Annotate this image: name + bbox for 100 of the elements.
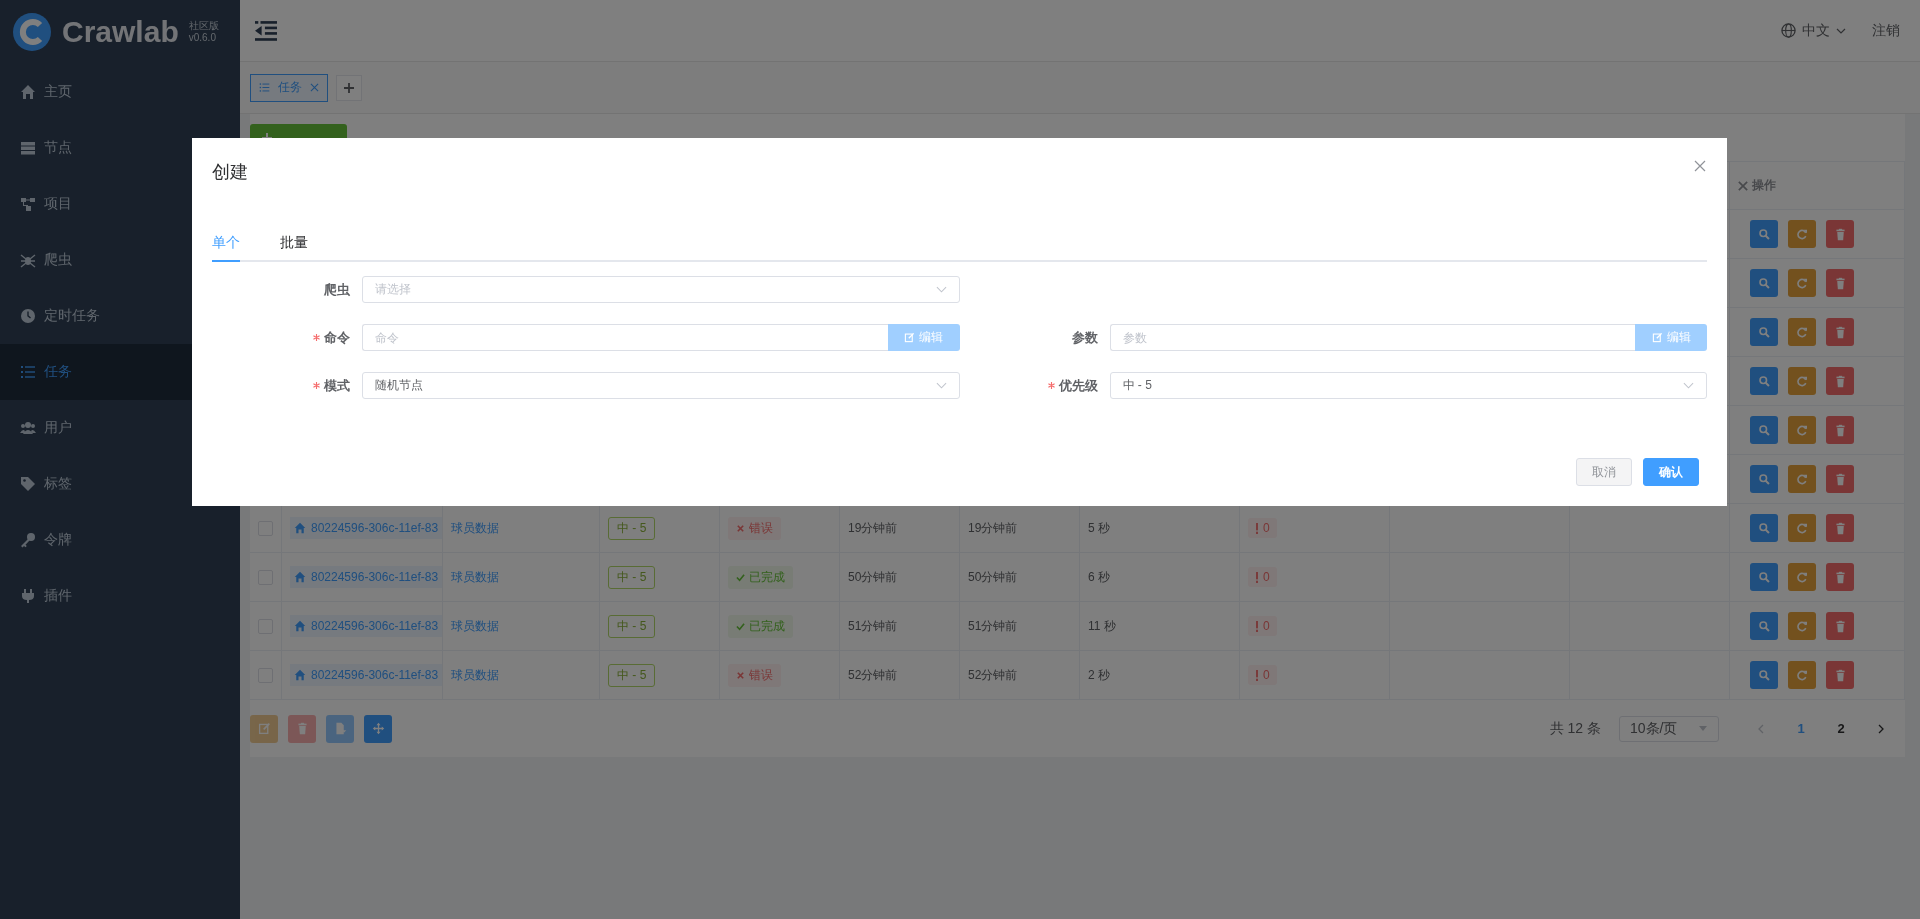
page-size-select[interactable]: 10条/页 bbox=[1619, 715, 1719, 742]
plus-icon bbox=[344, 82, 354, 93]
view-button[interactable] bbox=[1750, 318, 1778, 346]
sidebar-item[interactable]: 主页 bbox=[0, 64, 240, 120]
total-count: 共 12 条 bbox=[1549, 719, 1601, 738]
view-button[interactable] bbox=[1750, 367, 1778, 395]
search-icon bbox=[1757, 374, 1771, 388]
list-icon bbox=[259, 82, 270, 93]
delete-button[interactable] bbox=[1826, 514, 1854, 542]
sidebar-item[interactable]: 用户 bbox=[0, 400, 240, 456]
restart-button[interactable] bbox=[1788, 318, 1816, 346]
close-button[interactable] bbox=[1693, 160, 1707, 174]
sidebar-item[interactable]: 令牌 bbox=[0, 512, 240, 568]
app-name: Crawlab bbox=[62, 15, 179, 49]
trash-icon bbox=[1833, 423, 1847, 437]
table-cell: 51分钟前 bbox=[848, 617, 898, 635]
restart-button[interactable] bbox=[1788, 367, 1816, 395]
delete-button[interactable] bbox=[1826, 612, 1854, 640]
priority-tag: 中 - 5 bbox=[608, 516, 656, 540]
move-icon bbox=[371, 722, 385, 735]
cancel-button[interactable]: 取消 bbox=[1576, 458, 1632, 486]
restart-button[interactable] bbox=[1788, 612, 1816, 640]
spider-link[interactable]: 球员数据 bbox=[451, 617, 499, 635]
dialog-tab[interactable]: 单个 bbox=[212, 234, 240, 262]
home-icon bbox=[294, 669, 306, 681]
task-id-link[interactable]: 80224596-306c-11ef-83 bbox=[290, 566, 443, 588]
task-id-link[interactable]: 80224596-306c-11ef-83 bbox=[290, 664, 443, 686]
select-field[interactable]: 随机节点 bbox=[362, 372, 960, 399]
view-button[interactable] bbox=[1750, 465, 1778, 493]
refresh-icon bbox=[1795, 374, 1809, 388]
table-cell: 50分钟前 bbox=[848, 568, 898, 586]
delete-button[interactable] bbox=[1826, 661, 1854, 689]
edit-icon bbox=[1651, 332, 1663, 343]
table-cell: 52分钟前 bbox=[848, 666, 898, 684]
exclamation-icon bbox=[1255, 571, 1259, 583]
status-tag: 已完成 bbox=[728, 614, 793, 638]
spider-link[interactable]: 球员数据 bbox=[451, 568, 499, 586]
text-field[interactable]: 参数 bbox=[1109, 324, 1635, 351]
edit-button[interactable]: 编辑 bbox=[887, 324, 960, 351]
chevron-down-icon bbox=[1683, 382, 1694, 389]
restart-button[interactable] bbox=[1788, 220, 1816, 248]
dialog-tab[interactable]: 批量 bbox=[280, 234, 308, 262]
view-button[interactable] bbox=[1750, 612, 1778, 640]
spider-link[interactable]: 球员数据 bbox=[451, 666, 499, 684]
delete-button[interactable] bbox=[1826, 416, 1854, 444]
table-cell: 6 秒 bbox=[1088, 568, 1110, 586]
logout-link[interactable]: 注销 bbox=[1872, 21, 1900, 40]
chevron-down-icon bbox=[935, 286, 947, 293]
refresh-icon bbox=[1795, 619, 1809, 633]
task-id-link[interactable]: 80224596-306c-11ef-83 bbox=[290, 517, 443, 539]
delete-button[interactable] bbox=[1826, 563, 1854, 591]
view-button[interactable] bbox=[1750, 661, 1778, 689]
stack-icon bbox=[20, 140, 36, 156]
view-button[interactable] bbox=[1750, 563, 1778, 591]
restart-button[interactable] bbox=[1788, 563, 1816, 591]
clock-icon bbox=[20, 308, 36, 324]
move-button[interactable] bbox=[364, 714, 392, 743]
status-tag: 错误 bbox=[728, 663, 781, 687]
task-id-link[interactable]: 80224596-306c-11ef-83 bbox=[290, 615, 443, 637]
restart-button[interactable] bbox=[1788, 465, 1816, 493]
search-icon bbox=[1757, 619, 1771, 633]
sidebar-item[interactable]: 插件 bbox=[0, 568, 240, 624]
delete-button[interactable] bbox=[1826, 465, 1854, 493]
select-field[interactable]: 请选择 bbox=[362, 276, 960, 303]
delete-button[interactable] bbox=[1826, 220, 1854, 248]
refresh-icon bbox=[1795, 668, 1809, 682]
edit-icon bbox=[904, 332, 915, 343]
sidebar-item[interactable]: 标签 bbox=[0, 456, 240, 512]
spider-icon bbox=[20, 252, 36, 268]
globe-icon bbox=[1781, 23, 1796, 38]
delete-button[interactable] bbox=[1826, 318, 1854, 346]
view-button[interactable] bbox=[1750, 514, 1778, 542]
add-tab-button[interactable] bbox=[336, 74, 362, 101]
list-icon bbox=[20, 364, 36, 380]
view-button[interactable] bbox=[1750, 220, 1778, 248]
required-icon bbox=[313, 382, 320, 389]
error-count-tag: 0 bbox=[1248, 567, 1277, 587]
restart-button[interactable] bbox=[1788, 661, 1816, 689]
page-tab[interactable]: 任务 bbox=[250, 73, 328, 102]
edit-button[interactable]: 编辑 bbox=[1635, 324, 1707, 351]
view-button[interactable] bbox=[1750, 269, 1778, 297]
confirm-button[interactable]: 确认 bbox=[1643, 458, 1699, 486]
delete-button[interactable] bbox=[1826, 269, 1854, 297]
table-cell: 19分钟前 bbox=[968, 519, 1018, 537]
priority-tag: 中 - 5 bbox=[608, 614, 656, 638]
restart-button[interactable] bbox=[1788, 416, 1816, 444]
cross-icon bbox=[736, 670, 745, 680]
refresh-icon bbox=[1795, 227, 1809, 241]
home-icon bbox=[20, 84, 36, 100]
select-field[interactable]: 中 - 5 bbox=[1109, 372, 1707, 399]
restart-button[interactable] bbox=[1788, 514, 1816, 542]
view-button[interactable] bbox=[1750, 416, 1778, 444]
text-field[interactable]: 命令 bbox=[362, 324, 888, 351]
version-label: v0.6.0 bbox=[188, 32, 217, 44]
restart-button[interactable] bbox=[1788, 269, 1816, 297]
language-menu[interactable]: 中文 bbox=[1781, 21, 1846, 40]
refresh-icon bbox=[1795, 570, 1809, 584]
search-icon bbox=[1757, 325, 1771, 339]
spider-link[interactable]: 球员数据 bbox=[451, 519, 499, 537]
delete-button[interactable] bbox=[1826, 367, 1854, 395]
